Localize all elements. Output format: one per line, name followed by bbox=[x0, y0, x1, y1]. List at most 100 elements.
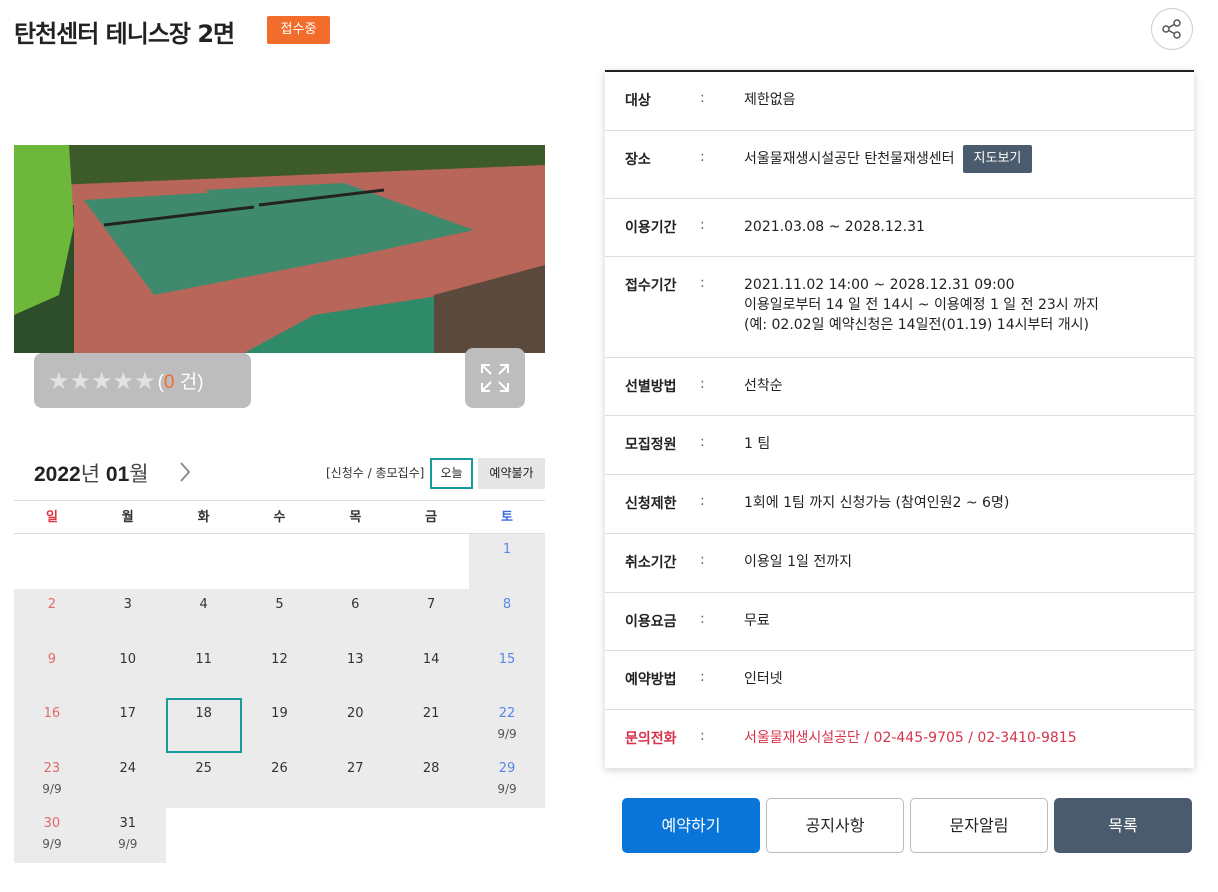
calendar-day[interactable]: 19 bbox=[241, 698, 318, 754]
calendar-day[interactable]: 18 bbox=[165, 698, 242, 754]
calendar-day[interactable]: 13 bbox=[317, 643, 394, 699]
day-number: 2 bbox=[47, 596, 57, 612]
calendar-day[interactable]: 24 bbox=[89, 753, 166, 808]
calendar-day[interactable]: 11 bbox=[165, 643, 242, 699]
day-application-count: 9/9 bbox=[118, 836, 138, 851]
info-value-text: 서울물재생시설공단 / 02-445-9705 / 02-3410-9815 bbox=[744, 730, 1077, 746]
info-value-text: 무료 bbox=[744, 613, 770, 629]
day-number: 14 bbox=[422, 651, 440, 667]
info-value: 인터넷 bbox=[744, 669, 1194, 709]
calendar-week: 16 17 18 19 20 21 22 9/9 bbox=[14, 698, 545, 754]
calendar-week: 30 9/9 31 9/9 bbox=[14, 807, 545, 863]
calendar-day[interactable]: 20 bbox=[317, 698, 394, 754]
calendar-day[interactable]: 28 bbox=[393, 753, 470, 808]
calendar-day[interactable]: 10 bbox=[89, 643, 166, 699]
info-row: 문의전화: 서울물재생시설공단 / 02-445-9705 / 02-3410-9… bbox=[605, 710, 1194, 768]
day-number: 22 bbox=[498, 706, 516, 722]
info-value: 선착순 bbox=[744, 376, 1194, 415]
calendar-day[interactable]: 2 bbox=[14, 588, 90, 644]
info-label: 접수기간 bbox=[625, 278, 677, 294]
day-number: 1 bbox=[502, 542, 512, 557]
info-colon: : bbox=[700, 217, 705, 233]
calendar-day[interactable]: 16 bbox=[14, 698, 90, 754]
calendar-day[interactable]: 15 bbox=[469, 643, 545, 699]
calendar-day[interactable]: 6 bbox=[317, 588, 394, 644]
info-colon: : bbox=[700, 611, 705, 627]
calendar-day[interactable]: 29 9/9 bbox=[469, 753, 545, 808]
day-number: 9 bbox=[47, 651, 57, 667]
day-number: 19 bbox=[271, 706, 288, 722]
share-button[interactable] bbox=[1151, 8, 1193, 50]
info-colon: : bbox=[700, 90, 705, 106]
info-label: 이용요금 bbox=[625, 614, 677, 630]
calendar-day[interactable]: 25 bbox=[165, 753, 242, 808]
notice-button[interactable]: 공지사항 bbox=[766, 798, 904, 853]
day-number: 23 bbox=[43, 761, 61, 777]
sms-alert-button[interactable]: 문자알림 bbox=[910, 798, 1048, 853]
status-badge: 접수중 bbox=[267, 16, 330, 44]
calendar-day[interactable]: 9 bbox=[14, 643, 90, 699]
info-label: 취소기간 bbox=[625, 555, 677, 571]
today-button[interactable]: 오늘 bbox=[430, 458, 473, 489]
weekday-label: 목 bbox=[349, 510, 362, 525]
info-value: 2021.03.08 ~ 2028.12.31 bbox=[744, 217, 1194, 256]
calendar-day[interactable]: 31 9/9 bbox=[89, 807, 166, 863]
day-number: 4 bbox=[199, 596, 208, 612]
info-value-line: 무료 bbox=[744, 611, 1194, 631]
calendar-day[interactable]: 30 9/9 bbox=[14, 807, 90, 863]
calendar-day[interactable]: 14 bbox=[393, 643, 470, 699]
chevron-right-icon bbox=[180, 462, 191, 482]
calendar-day[interactable]: 7 bbox=[393, 588, 470, 644]
day-application-count: 9/9 bbox=[42, 782, 62, 797]
weekday-label: 화 bbox=[197, 510, 210, 525]
info-value-text: 2021.03.08 ~ 2028.12.31 bbox=[744, 219, 925, 235]
calendar-empty-cell bbox=[317, 808, 393, 863]
calendar-empty-cell bbox=[393, 534, 469, 589]
calendar-day[interactable]: 5 bbox=[241, 588, 318, 644]
calendar-day[interactable]: 17 bbox=[89, 698, 166, 754]
info-value-line: 2021.11.02 14:00 ~ 2028.12.31 09:00 bbox=[744, 275, 1194, 295]
day-number: 20 bbox=[347, 706, 364, 722]
day-application-count: 9/9 bbox=[497, 727, 517, 742]
calendar-week: 23 9/9 24 25 26 27 28 29 9/9 bbox=[14, 753, 545, 808]
info-value-line: 1회에 1팀 까지 신청가능 (참여인원2 ~ 6명) bbox=[744, 493, 1194, 513]
map-view-button[interactable]: 지도보기 bbox=[962, 145, 1033, 173]
info-value-text: 선착순 bbox=[744, 378, 783, 394]
tennis-court-image bbox=[14, 145, 545, 353]
calendar-day[interactable]: 21 bbox=[393, 698, 470, 754]
list-button[interactable]: 목록 bbox=[1054, 798, 1192, 853]
info-value-line: 1 팀 bbox=[744, 434, 1194, 454]
calendar-week: 1 bbox=[14, 534, 545, 589]
expand-button[interactable] bbox=[465, 348, 525, 408]
calendar-day[interactable]: 23 9/9 bbox=[14, 753, 90, 808]
info-row: 장소: 서울물재생시설공단 탄천물재생센터 지도보기 bbox=[605, 131, 1194, 199]
next-month-button[interactable] bbox=[178, 460, 192, 490]
info-value-line: 2021.03.08 ~ 2028.12.31 bbox=[744, 217, 1194, 237]
calendar-day[interactable]: 22 9/9 bbox=[469, 698, 545, 754]
info-row: 선별방법: 선착순 bbox=[605, 358, 1194, 416]
reserve-button[interactable]: 예약하기 bbox=[622, 798, 760, 853]
day-number: 30 bbox=[43, 815, 61, 831]
info-value-line: 인터넷 bbox=[744, 669, 1194, 689]
calendar-day[interactable]: 12 bbox=[241, 643, 318, 699]
info-colon: : bbox=[700, 275, 705, 291]
info-label: 선별방법 bbox=[625, 379, 677, 395]
info-row: 이용요금: 무료 bbox=[605, 593, 1194, 651]
calendar-day[interactable]: 26 bbox=[241, 753, 318, 808]
info-value-line: 선착순 bbox=[744, 376, 1194, 396]
info-value: 제한없음 bbox=[744, 90, 1194, 130]
calendar-day[interactable]: 1 bbox=[469, 534, 545, 589]
info-value[interactable]: 서울물재생시설공단 / 02-445-9705 / 02-3410-9815 bbox=[744, 728, 1194, 768]
calendar-day[interactable]: 8 bbox=[469, 588, 545, 644]
calendar-day[interactable]: 27 bbox=[317, 753, 394, 808]
day-number: 16 bbox=[43, 706, 61, 722]
calendar-empty-cell bbox=[166, 808, 242, 863]
calendar-empty-cell bbox=[242, 808, 318, 863]
calendar-day[interactable]: 4 bbox=[165, 588, 242, 644]
day-number: 25 bbox=[195, 761, 212, 777]
facility-photo bbox=[14, 145, 545, 353]
calendar-day[interactable]: 3 bbox=[89, 588, 166, 644]
info-row: 신청제한: 1회에 1팀 까지 신청가능 (참여인원2 ~ 6명) bbox=[605, 475, 1194, 534]
calendar-empty-cell bbox=[90, 534, 166, 589]
info-colon: : bbox=[700, 376, 705, 392]
